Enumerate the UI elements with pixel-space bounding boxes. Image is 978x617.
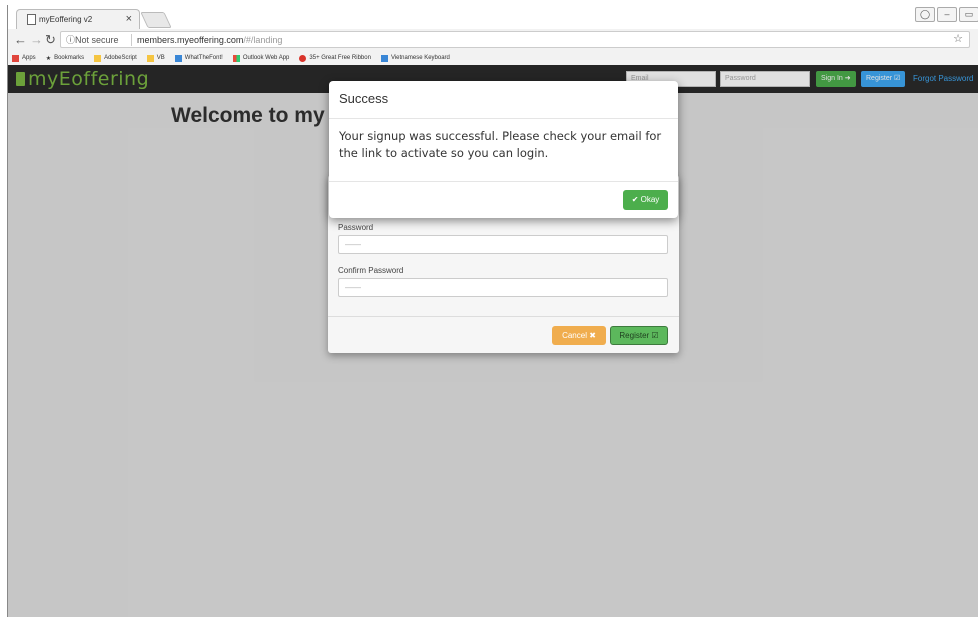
bookmark-ribbon[interactable]: 35+ Great Free Ribbon xyxy=(299,54,371,62)
star-icon: ★ xyxy=(45,55,52,62)
bookmark-label: VB xyxy=(156,55,165,61)
browser-tab[interactable]: myEoffering v2 × xyxy=(16,9,140,29)
page-icon xyxy=(27,14,36,25)
cancel-button[interactable]: Cancel ✖ xyxy=(552,326,606,345)
modal-divider xyxy=(328,316,679,317)
new-tab-button[interactable] xyxy=(140,12,172,28)
password-label: Password xyxy=(338,223,374,232)
bookmark-adobescript[interactable]: AdobeScript xyxy=(94,54,137,62)
bookmark-label: Outlook Web App xyxy=(242,55,290,61)
bookmark-label: Vietnamese Keyboard xyxy=(390,55,450,61)
modal-footer-divider xyxy=(329,181,678,182)
url-divider xyxy=(131,34,132,46)
outlook-icon xyxy=(232,54,240,62)
success-message: Your signup was successful. Please check… xyxy=(339,129,662,160)
keyboard-icon xyxy=(380,54,388,62)
url-text: members.myeoffering.com/#/landing xyxy=(137,32,282,49)
modal-header-divider xyxy=(329,118,678,119)
apps-grid-icon xyxy=(12,54,19,62)
bookmark-label: Bookmarks xyxy=(54,55,85,61)
reload-icon[interactable]: ↻ xyxy=(45,32,56,48)
info-icon[interactable]: ⓘ xyxy=(66,32,75,49)
user-icon[interactable]: ◯ xyxy=(915,7,935,22)
back-icon[interactable]: ← xyxy=(14,32,27,47)
browser-toolbar: ← → ↻ ⓘ Not secure members.myeoffering.c… xyxy=(8,29,978,51)
folder-icon xyxy=(146,54,154,62)
site-icon xyxy=(174,54,182,62)
bookmark-outlook[interactable]: Outlook Web App xyxy=(232,54,290,62)
ribbon-icon xyxy=(299,54,307,62)
bookmark-bookmarks[interactable]: ★ Bookmarks xyxy=(46,55,84,62)
bookmarks-bar: Apps ★ Bookmarks AdobeScript VB WhatTheFo… xyxy=(8,51,978,65)
register-button[interactable]: Register ☑ xyxy=(610,326,668,345)
bookmark-label: WhatTheFont! xyxy=(184,55,223,61)
folder-icon xyxy=(94,54,102,62)
tab-title: myEoffering v2 xyxy=(39,15,93,24)
forward-icon[interactable]: → xyxy=(30,32,43,47)
bookmark-star-icon[interactable]: ☆ xyxy=(953,31,963,48)
url-host: members.myeoffering.com xyxy=(137,35,244,45)
browser-window: myEoffering v2 × ◯ – ▭ ← → ↻ ⓘ Not secur… xyxy=(7,5,978,617)
success-modal: Success Your signup was successful. Plea… xyxy=(329,81,678,218)
window-controls: ◯ – ▭ xyxy=(915,7,978,22)
maximize-icon[interactable]: ▭ xyxy=(959,7,978,22)
bookmark-vb[interactable]: VB xyxy=(146,54,165,62)
confirm-password-field[interactable]: —— xyxy=(338,278,668,297)
address-bar[interactable]: ⓘ Not secure members.myeoffering.com/#/l… xyxy=(60,31,970,48)
bookmark-vietnamese-keyboard[interactable]: Vietnamese Keyboard xyxy=(380,54,450,62)
tab-strip: myEoffering v2 × ◯ – ▭ xyxy=(8,5,978,29)
bookmark-whatthefont[interactable]: WhatTheFont! xyxy=(174,54,223,62)
bookmark-label: Apps xyxy=(22,55,36,61)
password-field[interactable]: —— xyxy=(338,235,668,254)
url-path: /#/landing xyxy=(243,35,283,45)
security-label: Not secure xyxy=(75,35,119,45)
bookmark-label: 35+ Great Free Ribbon xyxy=(309,55,371,61)
minimize-icon[interactable]: – xyxy=(937,7,957,22)
tab-close-icon[interactable]: × xyxy=(126,13,132,25)
bookmark-apps[interactable]: Apps xyxy=(12,54,36,62)
bookmark-label: AdobeScript xyxy=(104,55,137,61)
confirm-password-label: Confirm Password xyxy=(338,266,404,275)
modal-title: Success xyxy=(339,91,389,106)
okay-button[interactable]: ✔ Okay xyxy=(623,190,668,210)
